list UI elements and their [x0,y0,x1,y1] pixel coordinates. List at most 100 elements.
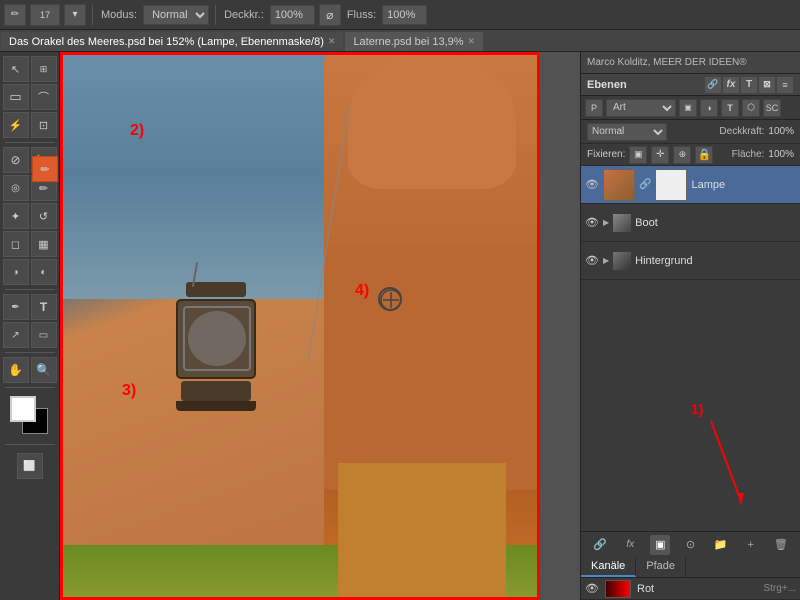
layer-boot-triangle[interactable]: ▶ [603,218,609,227]
right-panel: Marco Kolditz, MEER DER IDEEN® Ebenen 🔗 … [580,52,800,600]
tool-sep2 [5,289,55,290]
pen-tool[interactable]: ✒ [3,294,29,320]
brush-size-icon[interactable]: 17 [30,4,60,26]
layer-lampe-visibility[interactable]: 👁 [585,178,599,192]
channel-rot[interactable]: 👁 Rot Strg+... [581,578,800,600]
move-tool[interactable]: ↖ [3,56,29,82]
gradient-tool[interactable]: ▦ [31,231,57,257]
layers-delete-bottom-icon[interactable]: 🗑 [771,535,791,555]
lock-all-icon[interactable]: 🔒 [695,146,713,164]
history-brush[interactable]: ↺ [31,203,57,229]
annotation-2: 2) [130,122,144,140]
eyedropper-tool[interactable]: ⊘ [3,147,29,173]
airbrush-icon[interactable]: ⌀ [319,4,341,26]
tab-kanaele[interactable]: Kanäle [581,557,636,577]
tool-pair-move: ↖ ⊞ [3,56,57,82]
layers-menu-icon[interactable]: ≡ [776,76,794,94]
lasso-tool[interactable]: ⌒ [31,84,57,110]
fluss-input[interactable] [382,5,427,25]
layers-fx-bottom-icon[interactable]: fx [620,535,640,555]
layers-type-icon[interactable]: T [740,76,758,94]
tool-pair-clone: ✦ ↺ [3,203,57,229]
hand-tool[interactable]: ✋ [3,357,29,383]
filter-toolbar: P Art ▣ ◑ T ⬡ SC [581,96,800,120]
blur-tool[interactable]: ◑ [3,259,29,285]
layer-hintergrund[interactable]: 👁 ▶ Hintergrund [581,242,800,280]
rect-select-tool[interactable]: ▭ [3,84,29,110]
filter-select[interactable]: Art [606,99,676,117]
annotation-arrow-svg [641,411,771,541]
lock-row: Fixieren: ▣ ✛ ⊕ 🔒 Fläche: 100% [581,144,800,166]
layer-boot-thumb [613,214,631,232]
filter-smart-icon[interactable]: SC [763,99,781,117]
main-area: ↖ ⊞ ▭ ⌒ ⚡ ⊡ ⊘ 📐 ◎ ✏ ✦ ↺ ◻ ▦ ◑ ◐ [0,52,800,600]
type-tool[interactable]: T [31,294,57,320]
path-select[interactable]: ↗ [3,322,29,348]
eraser-tool[interactable]: ◻ [3,231,29,257]
channel-rot-name: Rot [637,583,757,595]
tab-main-close[interactable]: ✕ [328,36,336,47]
lock-artboard-icon[interactable]: ⊕ [673,146,691,164]
deckkr-input[interactable] [270,5,315,25]
tab-main[interactable]: Das Orakel des Meeres.psd bei 152% (Lamp… [0,31,344,51]
tab-main-label: Das Orakel des Meeres.psd bei 152% (Lamp… [9,36,324,48]
screen-mode[interactable]: ⬜ [17,453,43,479]
brush-active-tool[interactable]: ✏ [32,156,58,182]
brush-preset-icon[interactable]: ▾ [64,4,86,26]
tab-bar: Das Orakel des Meeres.psd bei 152% (Lamp… [0,30,800,52]
layers-panel: Ebenen 🔗 fx T ⊠ ≡ P Art ▣ ◑ T ⬡ SC [581,74,800,600]
filter-icon[interactable]: P [585,99,603,117]
brush-tool-icon[interactable]: ✏ [4,4,26,26]
fixieren-label: Fixieren: [587,149,625,160]
layer-boot-name: Boot [635,217,796,229]
zoom-tool[interactable]: 🔍 [31,357,57,383]
tab-secondary-close[interactable]: ✕ [468,36,476,47]
tool-pair-eraser: ◻ ▦ [3,231,57,257]
tab-pfade[interactable]: Pfade [636,557,686,577]
active-brush-indicator: ✏ [32,156,58,182]
modus-label: Modus: [101,9,137,21]
filter-shape-icon[interactable]: ⬡ [742,99,760,117]
tool-sep4 [5,387,55,388]
crop-tool[interactable]: ⊡ [31,112,57,138]
layer-lampe-name: Lampe [691,179,796,191]
channel-rot-visibility[interactable]: 👁 [585,582,599,596]
dodge-tool[interactable]: ◐ [31,259,57,285]
layer-hintergrund-visibility[interactable]: 👁 [585,254,599,268]
filter-adj2-icon[interactable]: ◑ [700,99,718,117]
tool-pair-select: ▭ ⌒ [3,84,57,110]
deckkr-label: Deckkr.: [224,9,264,21]
foreground-color-swatch[interactable] [10,396,36,422]
tool-pair-magic: ⚡ ⊡ [3,112,57,138]
color-swatches [10,396,50,436]
artboard-tool[interactable]: ⊞ [31,56,57,82]
lock-pixel-icon[interactable]: ▣ [629,146,647,164]
layers-link-icon[interactable]: 🔗 [704,76,722,94]
shape-tool[interactable]: ▭ [31,322,57,348]
clone-tool[interactable]: ✦ [3,203,29,229]
layer-lampe[interactable]: 👁 🔗 Lampe [581,166,800,204]
tool-sep3 [5,352,55,353]
layer-boot[interactable]: 👁 ▶ Boot [581,204,800,242]
filter-text-icon[interactable]: T [721,99,739,117]
layers-link-bottom-icon[interactable]: 🔗 [590,535,610,555]
spot-heal-tool[interactable]: ◎ [3,175,29,201]
layers-adj-icon[interactable]: ⊠ [758,76,776,94]
tool-pair-pen: ✒ T [3,294,57,320]
layer-hintergrund-triangle[interactable]: ▶ [603,256,609,265]
lock-move-icon[interactable]: ✛ [651,146,669,164]
blend-row: Normal Deckkraft: 100% [581,120,800,144]
layer-lampe-chain[interactable]: 🔗 [639,179,651,190]
annotation-3: 3) [122,382,136,400]
blend-mode-select[interactable]: Normal [587,123,667,141]
layers-fx-icon[interactable]: fx [722,76,740,94]
flaeche-label: Fläche: [732,149,765,160]
filter-pixel-icon[interactable]: ▣ [679,99,697,117]
magic-wand-tool[interactable]: ⚡ [3,112,29,138]
tool-pair-hand: ✋ 🔍 [3,357,57,383]
tab-secondary[interactable]: Laterne.psd bei 13,9% ✕ [344,31,484,51]
circle-target [378,287,402,311]
modus-select[interactable]: Normal [143,5,209,25]
layer-boot-visibility[interactable]: 👁 [585,216,599,230]
tool-sep1 [5,142,55,143]
